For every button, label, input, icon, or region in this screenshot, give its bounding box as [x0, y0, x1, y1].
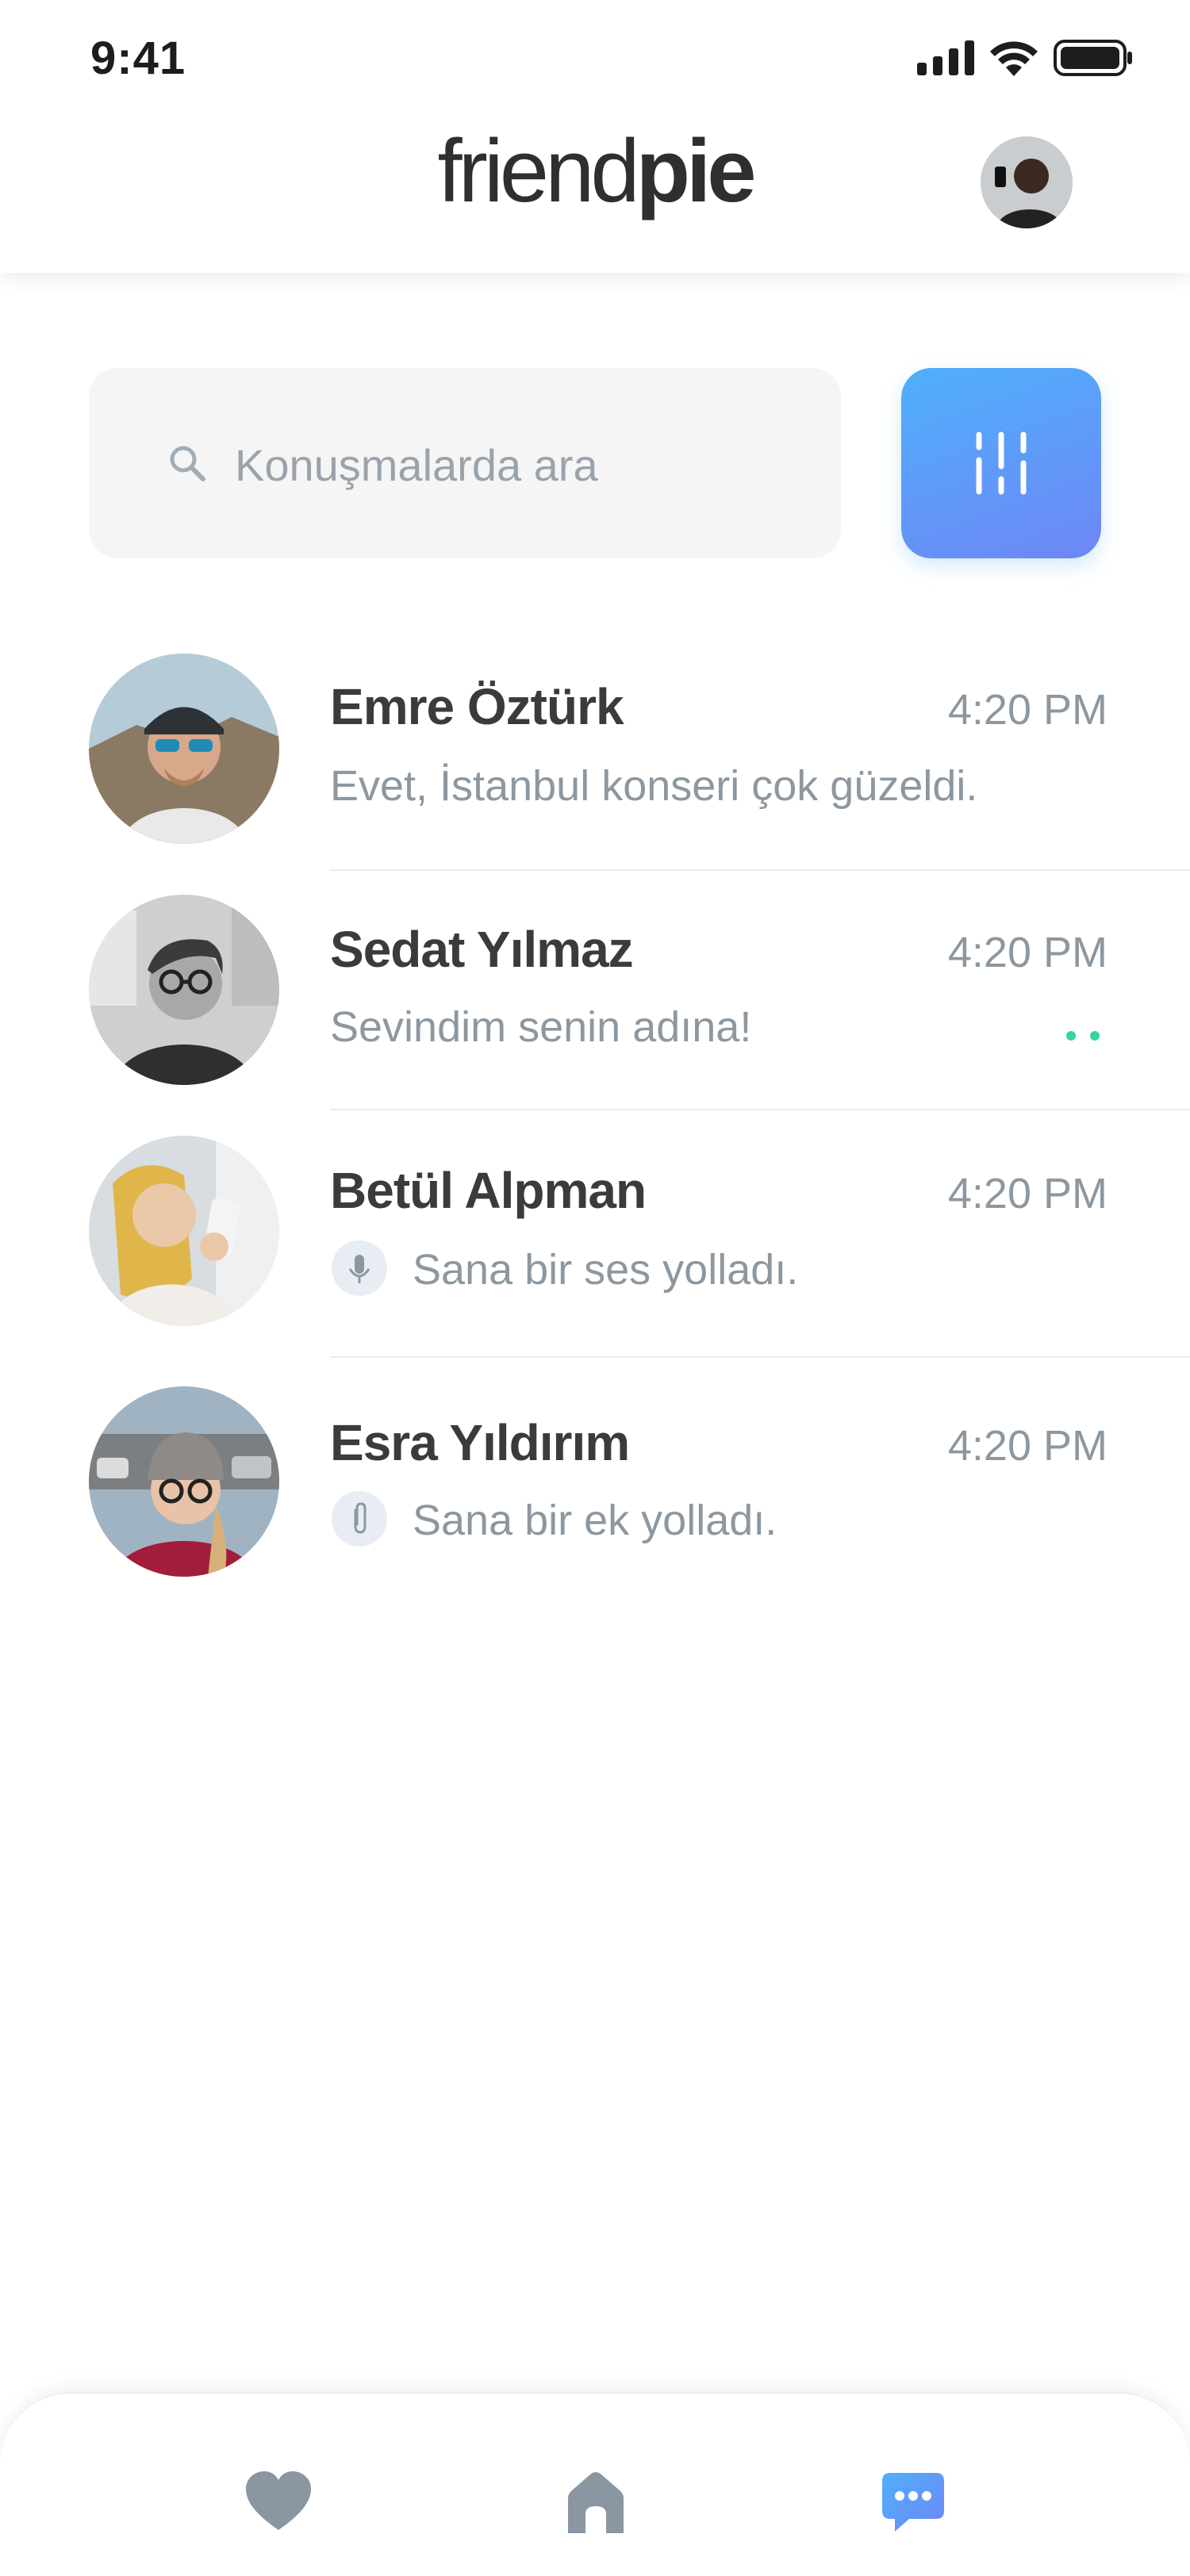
conversation-item[interactable]: Betül Alpman 4:20 PM Sana bir ses yollad…: [0, 1136, 1190, 1358]
status-icons: [917, 40, 1133, 76]
contact-avatar: [89, 895, 279, 1085]
contact-name: Betül Alpman: [330, 1162, 647, 1219]
message-time: 4:20 PM: [947, 686, 1107, 734]
contact-avatar: [89, 1386, 279, 1577]
nav-messages[interactable]: [877, 2467, 949, 2538]
logo-text-pie: pie: [635, 121, 757, 220]
conversation-item[interactable]: Sedat Yılmaz 4:20 PM Sevindim senin adın…: [0, 895, 1190, 1110]
message-time: 4:20 PM: [947, 1422, 1107, 1470]
wifi-icon: [990, 41, 1038, 76]
microphone-icon: [332, 1240, 387, 1296]
contact-avatar: [89, 654, 279, 844]
message-preview: Sana bir ek yolladı.: [413, 1497, 777, 1544]
nav-favorites[interactable]: [243, 2467, 314, 2538]
message-preview: Sevindim senin adına!: [330, 1003, 752, 1051]
contact-name: Esra Yıldırım: [330, 1414, 630, 1471]
contact-avatar: [89, 1136, 279, 1326]
message-time: 4:20 PM: [947, 1170, 1107, 1217]
search-bar[interactable]: Konuşmalarda ara: [89, 368, 841, 558]
chat-icon: [882, 2473, 944, 2532]
paperclip-icon: [332, 1491, 387, 1547]
unread-indicator: [1066, 1031, 1100, 1041]
nav-home[interactable]: [560, 2467, 631, 2538]
divider: [330, 1356, 1190, 1358]
divider: [330, 869, 1190, 871]
bottom-navigation: [0, 2392, 1190, 2576]
home-icon: [568, 2472, 624, 2533]
search-input[interactable]: Konuşmalarda ara: [235, 439, 598, 491]
profile-avatar[interactable]: [981, 136, 1073, 228]
search-icon: [170, 446, 205, 481]
logo-text-friend: friend: [437, 121, 640, 220]
battery-icon: [1054, 40, 1132, 76]
status-time: 9:41: [90, 33, 186, 84]
contact-name: Emre Öztürk: [330, 678, 624, 735]
signal-icon: [917, 40, 974, 75]
message-preview: Evet, İstanbul konseri çok güzeldi.: [330, 762, 978, 810]
app-header: 9:41 friendpie: [0, 0, 1190, 273]
message-preview: Sana bir ses yolladı.: [413, 1246, 799, 1294]
conversation-item[interactable]: Esra Yıldırım 4:20 PM Sana bir ek yollad…: [0, 1386, 1190, 1585]
filter-button[interactable]: [901, 368, 1101, 558]
conversation-item[interactable]: Emre Öztürk 4:20 PM Evet, İstanbul konse…: [0, 654, 1190, 871]
sliders-icon: [976, 431, 1027, 495]
contact-name: Sedat Yılmaz: [330, 921, 634, 978]
heart-icon: [246, 2471, 311, 2530]
message-time: 4:20 PM: [947, 929, 1107, 976]
divider: [330, 1109, 1190, 1110]
